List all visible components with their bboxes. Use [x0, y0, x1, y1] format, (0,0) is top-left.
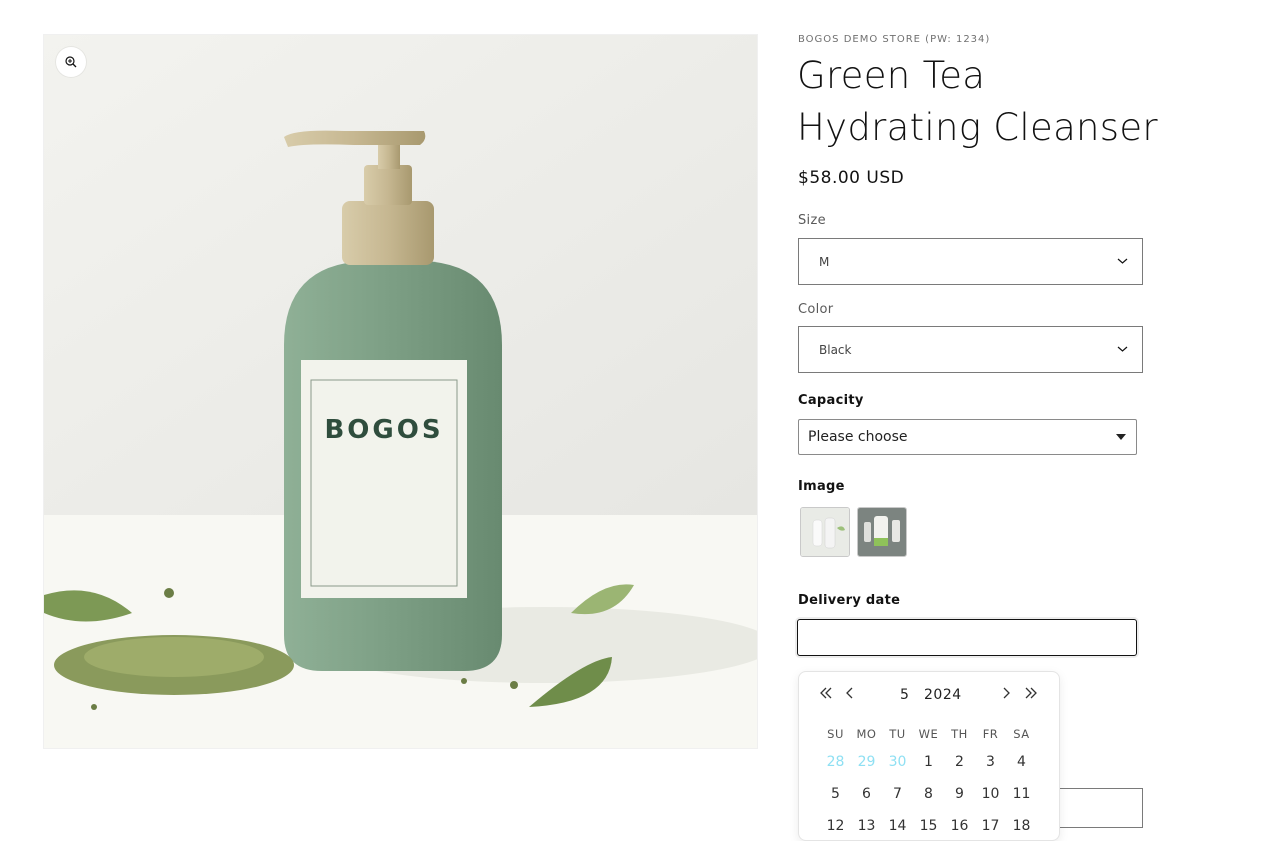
caret-down-icon [1116, 434, 1126, 440]
calendar-day[interactable]: 7 [882, 786, 913, 802]
weekday-label: TU [889, 727, 906, 741]
calendar-day[interactable]: 15 [913, 818, 944, 834]
image-swatch-1[interactable] [800, 507, 850, 557]
image-swatch-2[interactable] [857, 507, 907, 557]
product-price: $58.00 USD [798, 168, 905, 188]
zoom-in-icon [65, 56, 77, 68]
zoom-button[interactable] [56, 47, 86, 77]
calendar-week: 5 6 7 8 9 10 11 [820, 786, 1037, 802]
calendar-day[interactable]: 9 [944, 786, 975, 802]
calendar-day[interactable]: 18 [1006, 818, 1037, 834]
calendar-month[interactable]: 5 [900, 687, 909, 703]
calendar-day[interactable]: 2 [944, 754, 975, 770]
weekday-label: MO [856, 727, 877, 741]
product-title: Green Tea Hydrating Cleanser [797, 54, 1158, 149]
calendar-day[interactable]: 13 [851, 818, 882, 834]
calendar-day[interactable]: 1 [913, 754, 944, 770]
double-chevron-left-icon[interactable] [819, 686, 833, 700]
weekday-header: SU MO TU WE TH FR SA [820, 727, 1037, 741]
calendar-day[interactable]: 11 [1006, 786, 1037, 802]
image-option-label: Image [798, 479, 845, 494]
calendar-day[interactable]: 8 [913, 786, 944, 802]
calendar-day[interactable]: 4 [1006, 754, 1037, 770]
calendar-week: 12 13 14 15 16 17 18 [820, 818, 1037, 834]
swatch-image [801, 508, 849, 556]
weekday-label: SA [1013, 727, 1030, 741]
calendar-day[interactable]: 3 [975, 754, 1006, 770]
calendar-day[interactable]: 6 [851, 786, 882, 802]
chevron-down-icon [1117, 258, 1128, 264]
swatch-image [858, 508, 906, 556]
delivery-date-label: Delivery date [798, 593, 901, 608]
calendar-day-outside[interactable]: 30 [882, 754, 913, 770]
bottle-brand-text: BOGOS [324, 415, 443, 445]
vendor-name: BOGOS DEMO STORE (PW: 1234) [798, 34, 991, 45]
double-chevron-right-icon[interactable] [1024, 686, 1038, 700]
calendar-day[interactable]: 17 [975, 818, 1006, 834]
calendar-day[interactable]: 16 [944, 818, 975, 834]
calendar-day-outside[interactable]: 28 [820, 754, 851, 770]
calendar-day[interactable]: 10 [975, 786, 1006, 802]
chevron-right-icon[interactable] [1001, 686, 1011, 700]
weekday-label: TH [951, 727, 968, 741]
weekday-label: WE [918, 727, 939, 741]
capacity-label: Capacity [798, 393, 864, 408]
color-select-value: Black [819, 342, 852, 357]
product-image[interactable]: BOGOS [43, 34, 758, 749]
delivery-date-input[interactable] [797, 619, 1137, 656]
calendar-week: 28 29 30 1 2 3 4 [820, 754, 1037, 770]
calendar-day[interactable]: 5 [820, 786, 851, 802]
size-select-value: M [819, 254, 830, 269]
size-label: Size [798, 213, 826, 228]
capacity-select[interactable]: Please choose [798, 419, 1137, 455]
weekday-label: FR [982, 727, 999, 741]
color-select[interactable]: Black [798, 326, 1143, 373]
calendar-day[interactable]: 12 [820, 818, 851, 834]
weekday-label: SU [827, 727, 844, 741]
calendar-year[interactable]: 2024 [924, 687, 962, 703]
chevron-left-icon[interactable] [845, 686, 855, 700]
size-select[interactable]: M [798, 238, 1143, 285]
calendar-day[interactable]: 14 [882, 818, 913, 834]
chevron-down-icon [1117, 346, 1128, 352]
product-photo: BOGOS [44, 35, 757, 748]
calendar-day-outside[interactable]: 29 [851, 754, 882, 770]
capacity-select-value: Please choose [808, 429, 908, 445]
color-label: Color [798, 302, 834, 317]
date-picker: 5 2024 SU MO TU WE TH FR SA 28 29 30 1 2… [798, 671, 1060, 841]
